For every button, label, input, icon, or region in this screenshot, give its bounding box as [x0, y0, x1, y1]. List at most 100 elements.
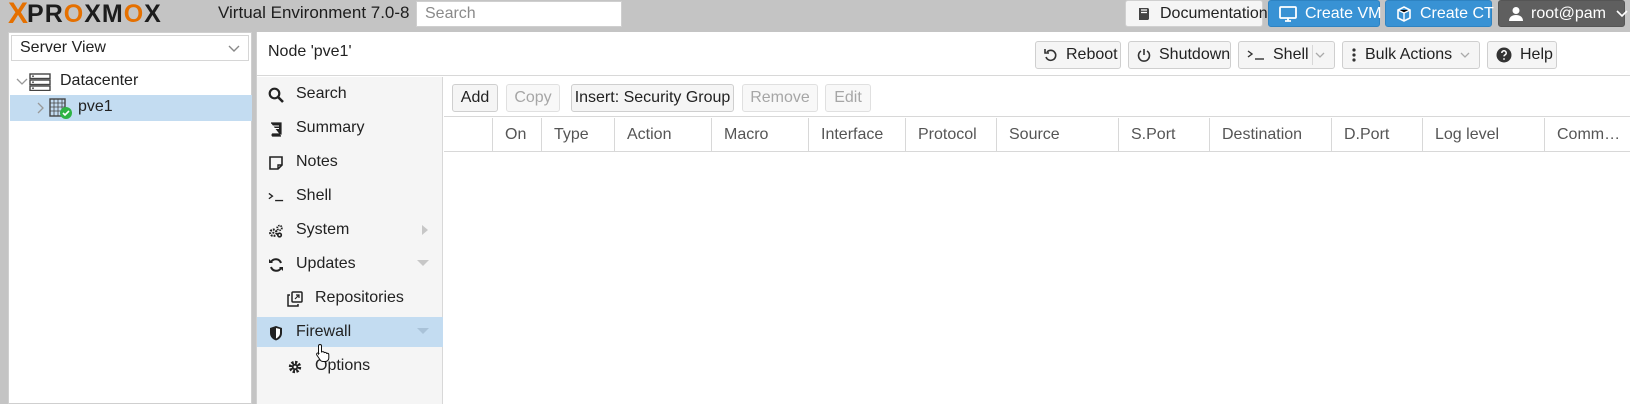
chevron-down-icon	[1315, 52, 1324, 58]
tree-item-label: Datacenter	[60, 72, 139, 89]
shield-icon	[268, 325, 284, 341]
reboot-button[interactable]: Reboot	[1035, 41, 1121, 69]
book-icon	[1139, 7, 1149, 20]
column-destination[interactable]: Destination	[1210, 118, 1332, 152]
nav-item-label: Updates	[296, 255, 356, 272]
user-icon	[1509, 6, 1523, 21]
logo-x-mark: X	[8, 0, 28, 30]
refresh-icon	[268, 257, 284, 273]
column-macro[interactable]: Macro	[712, 118, 809, 152]
node-nav-menu: Search Summary Notes Shell System Update…	[257, 77, 443, 404]
gear-icon	[287, 359, 303, 375]
top-bar: X PROXMOX Virtual Environment 7.0-8 Docu…	[0, 0, 1630, 30]
desktop-icon	[1279, 5, 1297, 22]
column-on[interactable]: On	[493, 118, 542, 152]
tree-item-datacenter[interactable]: Datacenter	[10, 69, 252, 95]
firewall-rules-grid-header: On Type Action Macro Interface Protocol …	[444, 118, 1630, 152]
nav-item-label: Firewall	[296, 323, 352, 340]
power-icon	[1137, 49, 1151, 62]
shell-dropdown-toggle[interactable]	[1312, 45, 1334, 65]
content-panel: Node 'pve1' Reboot Shutdown Shell Bulk A…	[256, 32, 1630, 404]
nav-item-label: System	[296, 221, 350, 238]
column-protocol[interactable]: Protocol	[906, 118, 997, 152]
user-menu-button[interactable]: root@pam	[1498, 0, 1628, 27]
shell-label: Shell	[1273, 46, 1309, 63]
version-label: Virtual Environment 7.0-8	[218, 3, 410, 22]
nav-item-notes[interactable]: Notes	[257, 147, 443, 177]
firewall-toolbar: Add Copy Insert: Security Group Remove E…	[444, 77, 1630, 117]
resource-tree-panel: Server View Datacenter pve1	[8, 32, 252, 404]
nav-item-updates[interactable]: Updates	[257, 249, 443, 279]
column-handle	[444, 118, 493, 152]
chevron-down-icon	[417, 260, 429, 266]
column-comment[interactable]: Comm…	[1545, 118, 1630, 152]
ellipsis-vertical-icon	[1352, 48, 1356, 62]
server-view-label: Server View	[20, 39, 106, 56]
chevron-down-icon	[1460, 52, 1470, 58]
gears-icon	[268, 223, 284, 239]
nav-item-label: Notes	[296, 153, 338, 170]
terminal-icon	[268, 189, 284, 205]
copy-rule-button[interactable]: Copy	[506, 84, 560, 112]
shutdown-label: Shutdown	[1159, 46, 1231, 63]
create-ct-button[interactable]: Create CT	[1385, 0, 1494, 27]
nav-item-system[interactable]: System	[257, 215, 443, 245]
nav-item-firewall[interactable]: Firewall	[257, 317, 443, 347]
chevron-right-icon	[422, 225, 428, 235]
documentation-label: Documentation	[1160, 4, 1268, 22]
hand-pointer-icon	[316, 343, 330, 362]
search-icon	[268, 87, 284, 103]
firewall-rules-grid-body[interactable]	[444, 153, 1630, 404]
book-icon	[268, 121, 284, 137]
page-title: Node 'pve1'	[268, 43, 352, 60]
nav-item-label: Search	[296, 85, 347, 102]
nav-item-label: Shell	[296, 187, 332, 204]
tree-item-pve1[interactable]: pve1	[10, 95, 252, 121]
help-button[interactable]: Help	[1487, 41, 1557, 69]
proxmox-logo[interactable]: X PROXMOX	[8, 0, 162, 30]
node-running-icon	[49, 98, 72, 119]
nav-item-search[interactable]: Search	[257, 79, 443, 109]
create-vm-button[interactable]: Create VM	[1268, 0, 1382, 27]
column-sport[interactable]: S.Port	[1119, 118, 1210, 152]
tree-item-label: pve1	[78, 98, 113, 115]
nav-item-summary[interactable]: Summary	[257, 113, 443, 143]
undo-icon	[1044, 49, 1057, 62]
server-stack-icon	[29, 73, 51, 91]
bulk-actions-button[interactable]: Bulk Actions	[1342, 41, 1480, 69]
edit-rule-button[interactable]: Edit	[825, 84, 871, 112]
column-action[interactable]: Action	[615, 118, 712, 152]
chevron-down-icon[interactable]	[16, 77, 28, 87]
column-source[interactable]: Source	[997, 118, 1119, 152]
shutdown-button[interactable]: Shutdown	[1128, 41, 1231, 69]
create-ct-label: Create CT	[1420, 4, 1494, 22]
terminal-icon	[1247, 50, 1264, 60]
cube-icon	[1397, 5, 1411, 22]
column-type[interactable]: Type	[542, 118, 615, 152]
global-search-input[interactable]	[416, 1, 622, 27]
note-icon	[268, 155, 284, 171]
content-header: Node 'pve1' Reboot Shutdown Shell Bulk A…	[257, 32, 1630, 76]
column-dport[interactable]: D.Port	[1332, 118, 1423, 152]
chevron-down-icon	[1616, 9, 1628, 17]
nav-item-repositories[interactable]: Repositories	[257, 283, 443, 313]
files-icon	[287, 291, 303, 307]
add-rule-button[interactable]: Add	[452, 84, 498, 112]
server-view-select[interactable]: Server View	[11, 35, 249, 61]
nav-item-label: Repositories	[315, 289, 404, 306]
column-log-level[interactable]: Log level	[1423, 118, 1545, 152]
documentation-button[interactable]: Documentation	[1125, 0, 1268, 27]
bulk-actions-label: Bulk Actions	[1365, 46, 1453, 63]
nav-item-shell[interactable]: Shell	[257, 181, 443, 211]
reboot-label: Reboot	[1066, 46, 1118, 63]
shell-button[interactable]: Shell	[1238, 41, 1335, 69]
nav-item-label: Summary	[296, 119, 365, 136]
user-label: root@pam	[1531, 4, 1606, 22]
nav-item-options[interactable]: Options	[257, 351, 443, 381]
chevron-right-icon[interactable]	[36, 102, 44, 114]
help-label: Help	[1520, 46, 1553, 63]
insert-security-group-button[interactable]: Insert: Security Group	[571, 84, 734, 112]
column-interface[interactable]: Interface	[809, 118, 906, 152]
create-vm-label: Create VM	[1305, 4, 1382, 22]
remove-rule-button[interactable]: Remove	[742, 84, 818, 112]
